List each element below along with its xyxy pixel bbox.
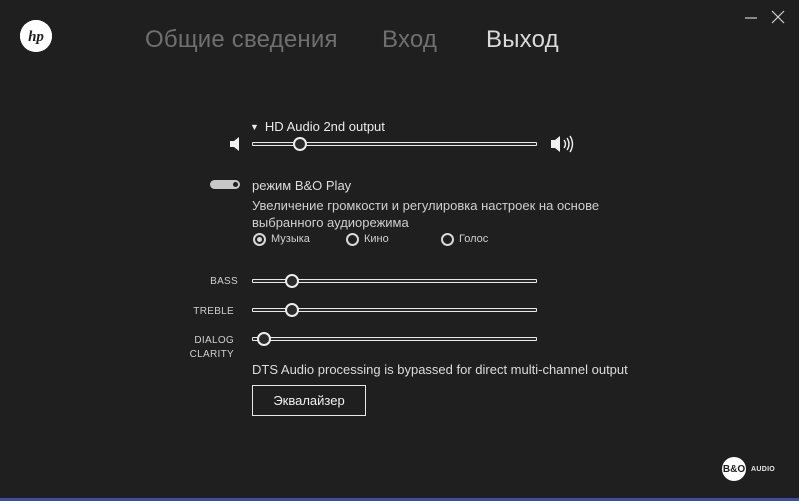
tab-output[interactable]: Выход [486,26,559,54]
treble-label: TREBLE [193,306,234,317]
minimize-icon [745,17,757,19]
bo-play-toggle[interactable] [210,180,240,189]
volume-mute-icon[interactable] [228,135,246,158]
dialog-clarity-slider[interactable] [252,337,537,341]
mode-music-label: Музыка [271,233,310,245]
bo-audio-label: AUDIO [751,466,776,473]
bass-slider-thumb[interactable] [284,274,299,288]
volume-max-icon[interactable] [549,133,579,160]
tab-general[interactable]: Общие сведения [145,26,338,54]
mode-voice-radio[interactable]: Голос [441,233,501,247]
radio-unselected-icon [346,233,359,246]
dialog-clarity-label-line2: CLARITY [189,349,234,360]
bass-label: BASS [210,276,238,287]
toggle-knob [233,182,238,187]
minimize-button[interactable] [743,8,763,28]
bo-logo-icon: B&O [722,457,746,481]
close-icon [771,10,785,24]
volume-slider-thumb[interactable] [292,137,307,151]
treble-slider-thumb[interactable] [284,303,299,317]
bo-play-description: Увеличение громкости и регулировка настр… [252,198,600,230]
bo-play-title: режим B&O Play [252,178,352,193]
dts-status-text: DTS Audio processing is bypassed for dir… [252,362,628,377]
svg-text:hp: hp [28,29,44,45]
mode-movie-label: Кино [364,233,389,245]
dialog-clarity-label-line1: DIALOG [194,335,234,346]
radio-unselected-icon [441,233,454,246]
mode-voice-label: Голос [459,233,489,245]
close-button[interactable] [769,8,789,28]
equalizer-button[interactable]: Эквалайзер [252,385,366,416]
tab-input[interactable]: Вход [382,26,437,54]
dialog-clarity-slider-thumb[interactable] [257,332,272,346]
audio-settings-window: hp Общие сведения Вход Выход ▼ HD Audio 2… [0,0,799,501]
mode-music-radio[interactable]: Музыка [253,233,323,247]
hp-logo-icon: hp [20,20,52,52]
output-device-label: HD Audio 2nd output [264,119,385,134]
output-device-dropdown[interactable]: ▼ HD Audio 2nd output [250,119,385,134]
radio-selected-icon [253,233,266,246]
mode-movie-radio[interactable]: Кино [346,233,406,247]
dropdown-arrow-icon: ▼ [250,122,259,132]
hp-logo: hp [20,20,52,52]
